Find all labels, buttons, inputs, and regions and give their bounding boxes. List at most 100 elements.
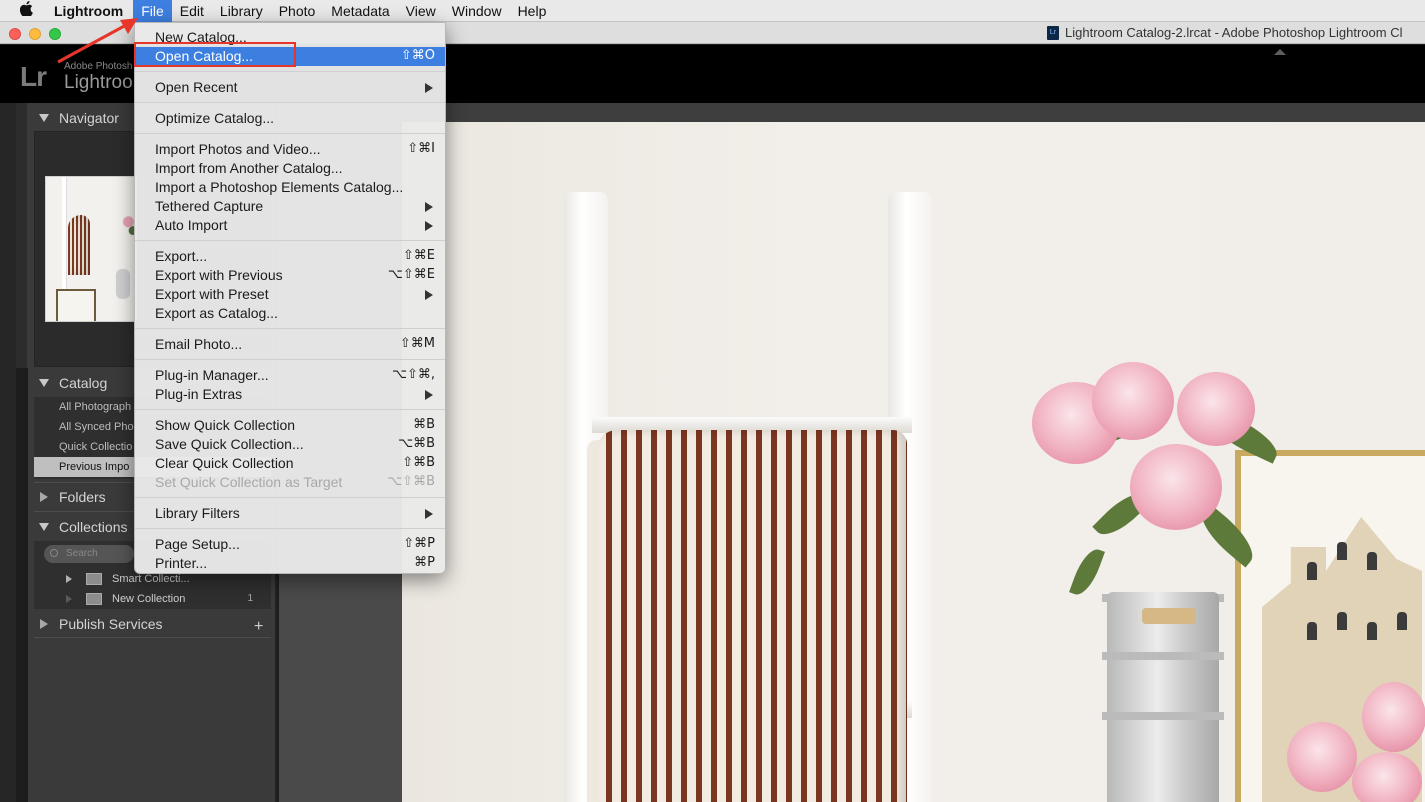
menu-item-shortcut: ⌥⇧⌘B xyxy=(387,474,435,489)
menu-item-import-photos-and-video[interactable]: Import Photos and Video... ⇧⌘I xyxy=(135,140,445,159)
menu-item-label: Plug-in Manager... xyxy=(155,367,269,383)
expand-icon xyxy=(66,595,72,603)
disclosure-right-icon xyxy=(40,619,48,629)
menu-item-shortcut: ⌘B xyxy=(413,417,435,432)
menu-item-printer[interactable]: Printer... ⌘P xyxy=(135,554,445,573)
menu-item-label: Export with Preset xyxy=(155,286,269,302)
catalog-title: Catalog xyxy=(59,375,108,391)
menu-separator xyxy=(135,133,445,134)
collection-icon xyxy=(86,593,102,605)
menu-item-shortcut: ⌘P xyxy=(414,555,435,570)
main-photo-view[interactable] xyxy=(402,122,1425,802)
menu-item-export-with-previous[interactable]: Export with Previous ⌥⇧⌘E xyxy=(135,266,445,285)
menu-view[interactable]: View xyxy=(398,0,444,22)
annotation-arrow-icon xyxy=(57,18,138,64)
photo-vase-ring xyxy=(1102,712,1224,720)
collection-set-icon xyxy=(86,573,102,585)
publish-services-title: Publish Services xyxy=(59,616,163,632)
screen: Lightroom File Edit Library Photo Metadata Vi… xyxy=(0,0,1425,802)
menu-item-shortcut: ⇧⌘P xyxy=(403,536,435,551)
menu-item-library-filters[interactable]: Library Filters xyxy=(135,504,445,523)
menu-item-auto-import[interactable]: Auto Import xyxy=(135,216,445,235)
menu-item-shortcut: ⇧⌘I xyxy=(407,141,435,156)
menu-item-import-from-another-catalog[interactable]: Import from Another Catalog... xyxy=(135,159,445,178)
menu-metadata[interactable]: Metadata xyxy=(323,0,397,22)
menu-item-tethered-capture[interactable]: Tethered Capture xyxy=(135,197,445,216)
menu-window[interactable]: Window xyxy=(444,0,510,22)
menu-item-show-quick-collection[interactable]: Show Quick Collection ⌘B xyxy=(135,416,445,435)
menu-item-label: Clear Quick Collection xyxy=(155,455,294,471)
collections-search-placeholder: Search xyxy=(66,548,98,559)
menu-library[interactable]: Library xyxy=(212,0,271,22)
menu-item-import-a-photoshop-elements-catalog[interactable]: Import a Photoshop Elements Catalog... xyxy=(135,178,445,197)
menu-item-shortcut: ⇧⌘M xyxy=(399,336,435,351)
lightroom-document-icon: Lr xyxy=(1047,25,1059,40)
disclosure-down-icon xyxy=(39,379,49,387)
submenu-arrow-icon xyxy=(425,509,433,519)
expand-icon[interactable] xyxy=(66,575,72,583)
menu-separator xyxy=(135,528,445,529)
disclosure-down-icon xyxy=(39,114,49,122)
photo-building-window xyxy=(1307,562,1317,580)
menu-item-label: Export as Catalog... xyxy=(155,305,278,321)
menu-separator xyxy=(135,240,445,241)
submenu-arrow-icon xyxy=(425,83,433,93)
menu-item-plug-in-manager[interactable]: Plug-in Manager... ⌥⇧⌘, xyxy=(135,366,445,385)
menu-separator xyxy=(135,359,445,360)
collections-search-input[interactable]: Search xyxy=(44,545,134,563)
menu-item-set-quick-collection-as-target: Set Quick Collection as Target ⌥⇧⌘B xyxy=(135,473,445,492)
menu-item-shortcut: ⇧⌘O xyxy=(400,48,435,63)
photo-building-window xyxy=(1307,622,1317,640)
photo-building-window xyxy=(1367,552,1377,570)
menu-item-shortcut: ⌥⇧⌘E xyxy=(387,267,435,282)
menu-separator xyxy=(135,102,445,103)
menu-help[interactable]: Help xyxy=(510,0,555,22)
menu-item-label: Import from Another Catalog... xyxy=(155,160,343,176)
submenu-arrow-icon xyxy=(425,290,433,300)
navigator-thumbnail[interactable] xyxy=(45,176,137,322)
menu-separator xyxy=(135,497,445,498)
menu-item-email-photo[interactable]: Email Photo... ⇧⌘M xyxy=(135,335,445,354)
menu-item-export[interactable]: Export... ⇧⌘E xyxy=(135,247,445,266)
collapse-top-panel-icon[interactable] xyxy=(1274,49,1286,55)
menu-item-export-as-catalog[interactable]: Export as Catalog... xyxy=(135,304,445,323)
menu-item-shortcut: ⌥⌘B xyxy=(398,436,435,451)
collection-count: 1 xyxy=(247,593,253,604)
menu-edit[interactable]: Edit xyxy=(172,0,212,22)
photo-peony xyxy=(1362,682,1425,752)
menu-item-export-with-preset[interactable]: Export with Preset xyxy=(135,285,445,304)
photo-leaf xyxy=(1069,545,1105,599)
menu-item-label: Plug-in Extras xyxy=(155,386,243,402)
menu-photo[interactable]: Photo xyxy=(271,0,324,22)
photo-building-window xyxy=(1337,612,1347,630)
annotation-highlight-box xyxy=(134,42,296,67)
menu-item-label: Tethered Capture xyxy=(155,198,264,214)
photo-building-window xyxy=(1367,622,1377,640)
thumb-vase xyxy=(116,269,130,299)
menu-item-plug-in-extras[interactable]: Plug-in Extras xyxy=(135,385,445,404)
menu-item-label: Import Photos and Video... xyxy=(155,141,321,157)
plus-icon[interactable]: + xyxy=(254,618,263,636)
mac-menubar: Lightroom File Edit Library Photo Metadata Vi… xyxy=(0,0,1425,22)
menu-item-label: Printer... xyxy=(155,555,208,571)
menu-item-clear-quick-collection[interactable]: Clear Quick Collection ⇧⌘B xyxy=(135,454,445,473)
close-window-button[interactable] xyxy=(9,28,21,40)
menu-item-shortcut: ⌥⇧⌘, xyxy=(391,367,435,382)
menu-item-save-quick-collection[interactable]: Save Quick Collection... ⌥⌘B xyxy=(135,435,445,454)
menu-item-open-recent[interactable]: Open Recent xyxy=(135,78,445,97)
disclosure-right-icon xyxy=(40,492,48,502)
menu-item-page-setup[interactable]: Page Setup... ⇧⌘P xyxy=(135,535,445,554)
photo-peony xyxy=(1287,722,1357,792)
menu-item-label: Save Quick Collection... xyxy=(155,436,304,452)
menu-item-label: Optimize Catalog... xyxy=(155,110,275,126)
publish-services-header[interactable]: Publish Services xyxy=(28,611,277,637)
collection-label: New Collection xyxy=(112,593,186,605)
photo-building-window xyxy=(1397,612,1407,630)
toolbar-strip xyxy=(402,103,1425,122)
menu-item-optimize-catalog[interactable]: Optimize Catalog... xyxy=(135,109,445,128)
photo-peony xyxy=(1130,444,1222,530)
collections-title: Collections xyxy=(59,519,128,535)
collection-item-new[interactable]: New Collection 1 xyxy=(34,589,271,609)
menu-separator xyxy=(135,409,445,410)
menu-separator xyxy=(135,71,445,72)
